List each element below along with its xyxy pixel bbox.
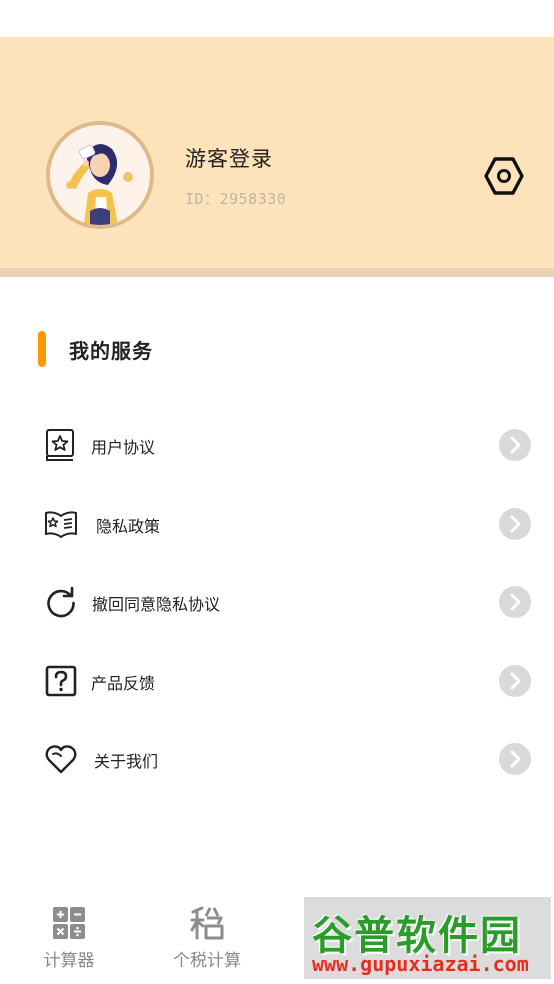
- tab-tax-calc[interactable]: 个税计算: [138, 890, 276, 984]
- chevron-right-icon: [499, 743, 531, 775]
- settings-button[interactable]: [482, 154, 526, 198]
- menu-item-privacy-policy[interactable]: 隐私政策: [0, 494, 554, 554]
- watermark-url: www.gupuxiazai.com: [312, 952, 529, 976]
- chevron-right-icon: [499, 508, 531, 540]
- section-accent-bar: [38, 331, 46, 367]
- avatar[interactable]: [46, 121, 154, 229]
- open-book-icon: [44, 507, 78, 541]
- menu-item-label: 撤回同意隐私协议: [92, 595, 221, 614]
- heart-icon: [44, 742, 78, 776]
- calculator-icon: [52, 906, 86, 940]
- watermark: 谷普软件园 www.gupuxiazai.com: [304, 897, 551, 979]
- section-title: 我的服务: [69, 339, 153, 363]
- menu-item-user-agreement[interactable]: 用户协议: [0, 415, 554, 475]
- book-star-icon: [44, 428, 78, 462]
- tab-calculator[interactable]: 计算器: [0, 890, 138, 984]
- tax-icon: [190, 906, 224, 940]
- menu-item-revoke-privacy-consent[interactable]: 撤回同意隐私协议: [0, 572, 554, 632]
- question-icon: [44, 664, 78, 698]
- refresh-icon: [44, 585, 78, 619]
- menu-item-label: 关于我们: [94, 752, 159, 771]
- menu-item-label: 产品反馈: [91, 674, 156, 693]
- status-bar: [0, 0, 554, 37]
- menu-item-label: 用户协议: [91, 438, 156, 457]
- chevron-right-icon: [499, 665, 531, 697]
- menu-item-product-feedback[interactable]: 产品反馈: [0, 651, 554, 711]
- avatar-illustration: [50, 125, 150, 225]
- menu-item-about-us[interactable]: 关于我们: [0, 729, 554, 789]
- tab-label: 个税计算: [173, 951, 241, 971]
- chevron-right-icon: [499, 586, 531, 618]
- tab-label: 计算器: [43, 951, 95, 971]
- user-id: ID：2958330: [185, 190, 287, 208]
- settings-hexagon-icon: [484, 157, 524, 195]
- menu-item-label: 隐私政策: [96, 517, 161, 536]
- chevron-right-icon: [499, 429, 531, 461]
- header-divider: [0, 268, 554, 277]
- username[interactable]: 游客登录: [185, 143, 273, 173]
